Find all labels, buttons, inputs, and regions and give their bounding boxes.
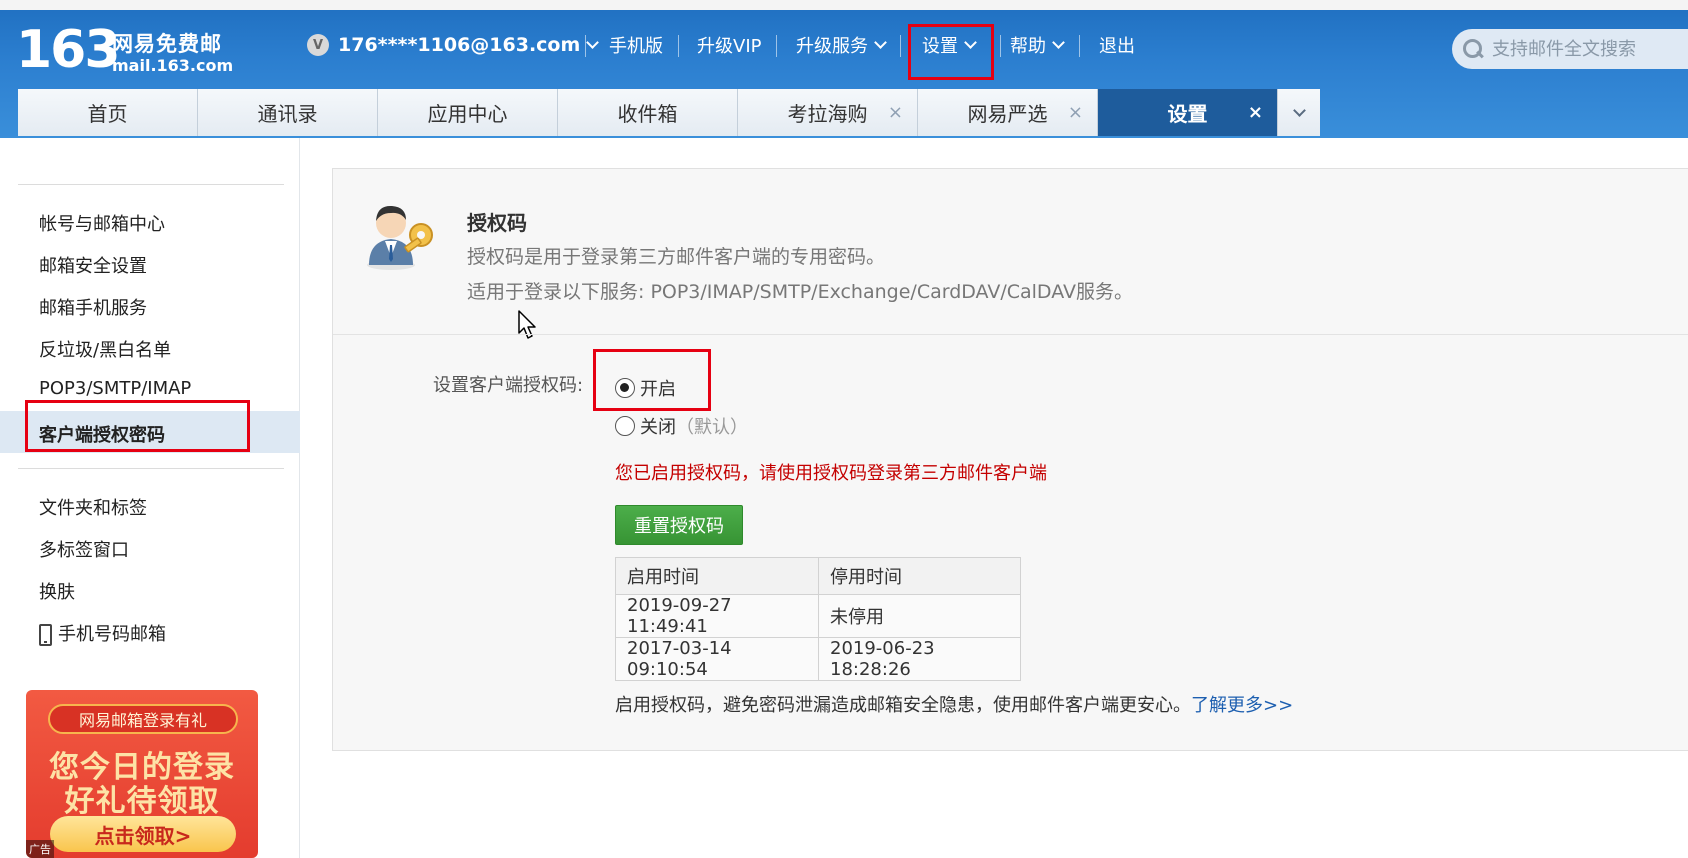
sidebar-highlight-box: [25, 400, 250, 452]
learn-more-link[interactable]: 了解更多>>: [1191, 695, 1293, 716]
logo-number[interactable]: 163: [16, 22, 121, 78]
table-row: 2017-03-14 09:10:54 2019-06-23 18:28:26: [615, 637, 1021, 681]
auth-history-table: 启用时间 停用时间 2019-09-27 11:49:41 未停用 2017-0…: [615, 557, 1021, 681]
ad-headline-2: 好礼待领取: [64, 784, 220, 819]
radio-disable[interactable]: [615, 416, 635, 436]
nav-separator: [585, 35, 586, 57]
security-note: 启用授权码，避免密码泄漏造成邮箱安全隐患，使用邮件客户端更安心。了解更多>>: [615, 691, 1293, 717]
sidebar-item-account-center[interactable]: 帐号与邮箱中心: [39, 210, 165, 236]
table-cell: 未停用: [818, 594, 1021, 638]
nav-help-menu[interactable]: 帮助: [1010, 32, 1065, 58]
search-icon[interactable]: [1462, 38, 1484, 60]
chevron-down-icon[interactable]: [586, 36, 600, 49]
mobile-phone-icon: [39, 624, 52, 646]
tab-home[interactable]: 首页: [18, 89, 198, 136]
settings-highlight-box: [908, 24, 994, 80]
chevron-down-icon: [1292, 104, 1306, 117]
page-title: 授权码: [467, 211, 527, 235]
mail-search-box[interactable]: [1452, 29, 1688, 69]
close-icon[interactable]: ×: [1248, 102, 1263, 123]
nav-help-label: 帮助: [1010, 36, 1046, 57]
user-email[interactable]: 176****1106@163.com: [338, 34, 580, 56]
nav-separator: [1000, 35, 1001, 57]
tab-more-button[interactable]: [1278, 89, 1320, 136]
user-account-menu[interactable]: V 176****1106@163.com: [307, 34, 600, 56]
table-cell: 2019-06-23 18:28:26: [818, 637, 1021, 681]
nav-separator: [678, 35, 679, 57]
tab-label: 通讯录: [257, 102, 318, 126]
logo-title: 网易免费邮: [112, 32, 222, 56]
tab-contacts[interactable]: 通讯录: [198, 89, 378, 136]
logo-url: mail.163.com: [112, 56, 234, 75]
auth-description: 授权码是用于登录第三方邮件客户端的专用密码。: [467, 246, 886, 268]
nav-logout-link[interactable]: 退出: [1099, 32, 1135, 58]
tab-kaola[interactable]: 考拉海购 ×: [738, 89, 918, 136]
tab-label: 应用中心: [427, 102, 508, 126]
table-cell: 2017-03-14 09:10:54: [615, 637, 819, 681]
auth-services: 适用于登录以下服务: POP3/IMAP/SMTP/Exchange/CardD…: [467, 281, 1134, 303]
sidebar-item-phone-mailbox[interactable]: 手机号码邮箱: [39, 620, 166, 646]
ad-tag: 广告: [26, 840, 54, 858]
radio-enable-option[interactable]: 开启: [615, 375, 676, 401]
radio-default-hint: （默认）: [676, 417, 748, 438]
auth-setting-label: 设置客户端授权码:: [433, 375, 584, 396]
ad-claim-button[interactable]: 点击领取>: [50, 816, 236, 852]
radio-disable-label[interactable]: 关闭: [640, 413, 676, 439]
table-cell: 2019-09-27 11:49:41: [615, 594, 819, 638]
nav-separator: [776, 35, 777, 57]
tab-label: 收件箱: [617, 102, 678, 126]
tab-yanxuan[interactable]: 网易严选 ×: [918, 89, 1098, 136]
column-header-enabled-time: 启用时间: [615, 557, 819, 595]
tab-bar: 首页 通讯录 应用中心 收件箱 考拉海购 × 网易严选 × 设置 ×: [18, 89, 1320, 136]
tab-app-center[interactable]: 应用中心: [378, 89, 558, 136]
sidebar-divider: [18, 184, 284, 185]
nav-upgrade-vip-link[interactable]: 升级VIP: [697, 32, 761, 58]
auth-enabled-message: 您已启用授权码，请使用授权码登录第三方邮件客户端: [615, 463, 1047, 484]
tab-label: 设置: [1167, 102, 1208, 126]
chevron-down-icon: [874, 36, 887, 49]
tab-label: 考拉海购: [787, 102, 868, 126]
nav-separator: [900, 35, 901, 57]
close-icon[interactable]: ×: [1068, 102, 1083, 123]
table-row: 2019-09-27 11:49:41 未停用: [615, 594, 1021, 638]
column-header-disabled-time: 停用时间: [818, 557, 1021, 595]
search-input[interactable]: [1492, 38, 1688, 60]
sidebar-item-mail-security[interactable]: 邮箱安全设置: [39, 252, 147, 278]
sidebar-item-anti-spam[interactable]: 反垃圾/黑白名单: [39, 336, 171, 362]
sidebar-item-pop3-smtp-imap[interactable]: POP3/SMTP/IMAP: [39, 378, 191, 399]
tab-label: 首页: [87, 102, 128, 126]
section-divider: [333, 334, 1688, 335]
sidebar-item-mobile-service[interactable]: 邮箱手机服务: [39, 294, 147, 320]
chevron-down-icon: [1052, 36, 1065, 49]
tab-settings[interactable]: 设置 ×: [1098, 89, 1278, 136]
sidebar-divider: [18, 468, 284, 469]
radio-enable[interactable]: [615, 378, 635, 398]
tab-inbox[interactable]: 收件箱: [558, 89, 738, 136]
mouse-cursor-icon: [518, 310, 536, 339]
vip-badge-icon: V: [307, 34, 329, 56]
table-header-row: 启用时间 停用时间: [615, 557, 1021, 595]
nav-mobile-link[interactable]: 手机版: [609, 32, 663, 58]
close-icon[interactable]: ×: [888, 102, 903, 123]
sidebar-item-multi-tab[interactable]: 多标签窗口: [39, 536, 129, 562]
browser-top-strip: [0, 0, 1688, 10]
reset-auth-code-button[interactable]: 重置授权码: [615, 505, 743, 545]
nav-upgrade-service-label: 升级服务: [796, 36, 868, 57]
sidebar-item-skin[interactable]: 换肤: [39, 578, 75, 604]
auth-code-panel: 授权码 授权码是用于登录第三方邮件客户端的专用密码。 适用于登录以下服务: PO…: [332, 168, 1688, 751]
tab-label: 网易严选: [967, 102, 1048, 126]
radio-enable-label[interactable]: 开启: [640, 375, 676, 401]
login-gift-ad-banner[interactable]: 网易邮箱登录有礼 您今日的登录 好礼待领取 点击领取> 广告: [26, 690, 258, 858]
user-key-icon: [367, 205, 433, 270]
header-bar: 163 网易免费邮 mail.163.com V 176****1106@163…: [0, 0, 1688, 138]
sidebar-item-folders-tags[interactable]: 文件夹和标签: [39, 494, 147, 520]
nav-upgrade-service-menu[interactable]: 升级服务: [796, 32, 887, 58]
security-note-text: 启用授权码，避免密码泄漏造成邮箱安全隐患，使用邮件客户端更安心。: [615, 695, 1191, 716]
ad-ribbon: 网易邮箱登录有礼: [48, 704, 238, 734]
radio-disable-option[interactable]: 关闭 （默认）: [615, 413, 748, 439]
sidebar-item-label: 手机号码邮箱: [58, 624, 166, 645]
nav-separator: [1079, 35, 1080, 57]
